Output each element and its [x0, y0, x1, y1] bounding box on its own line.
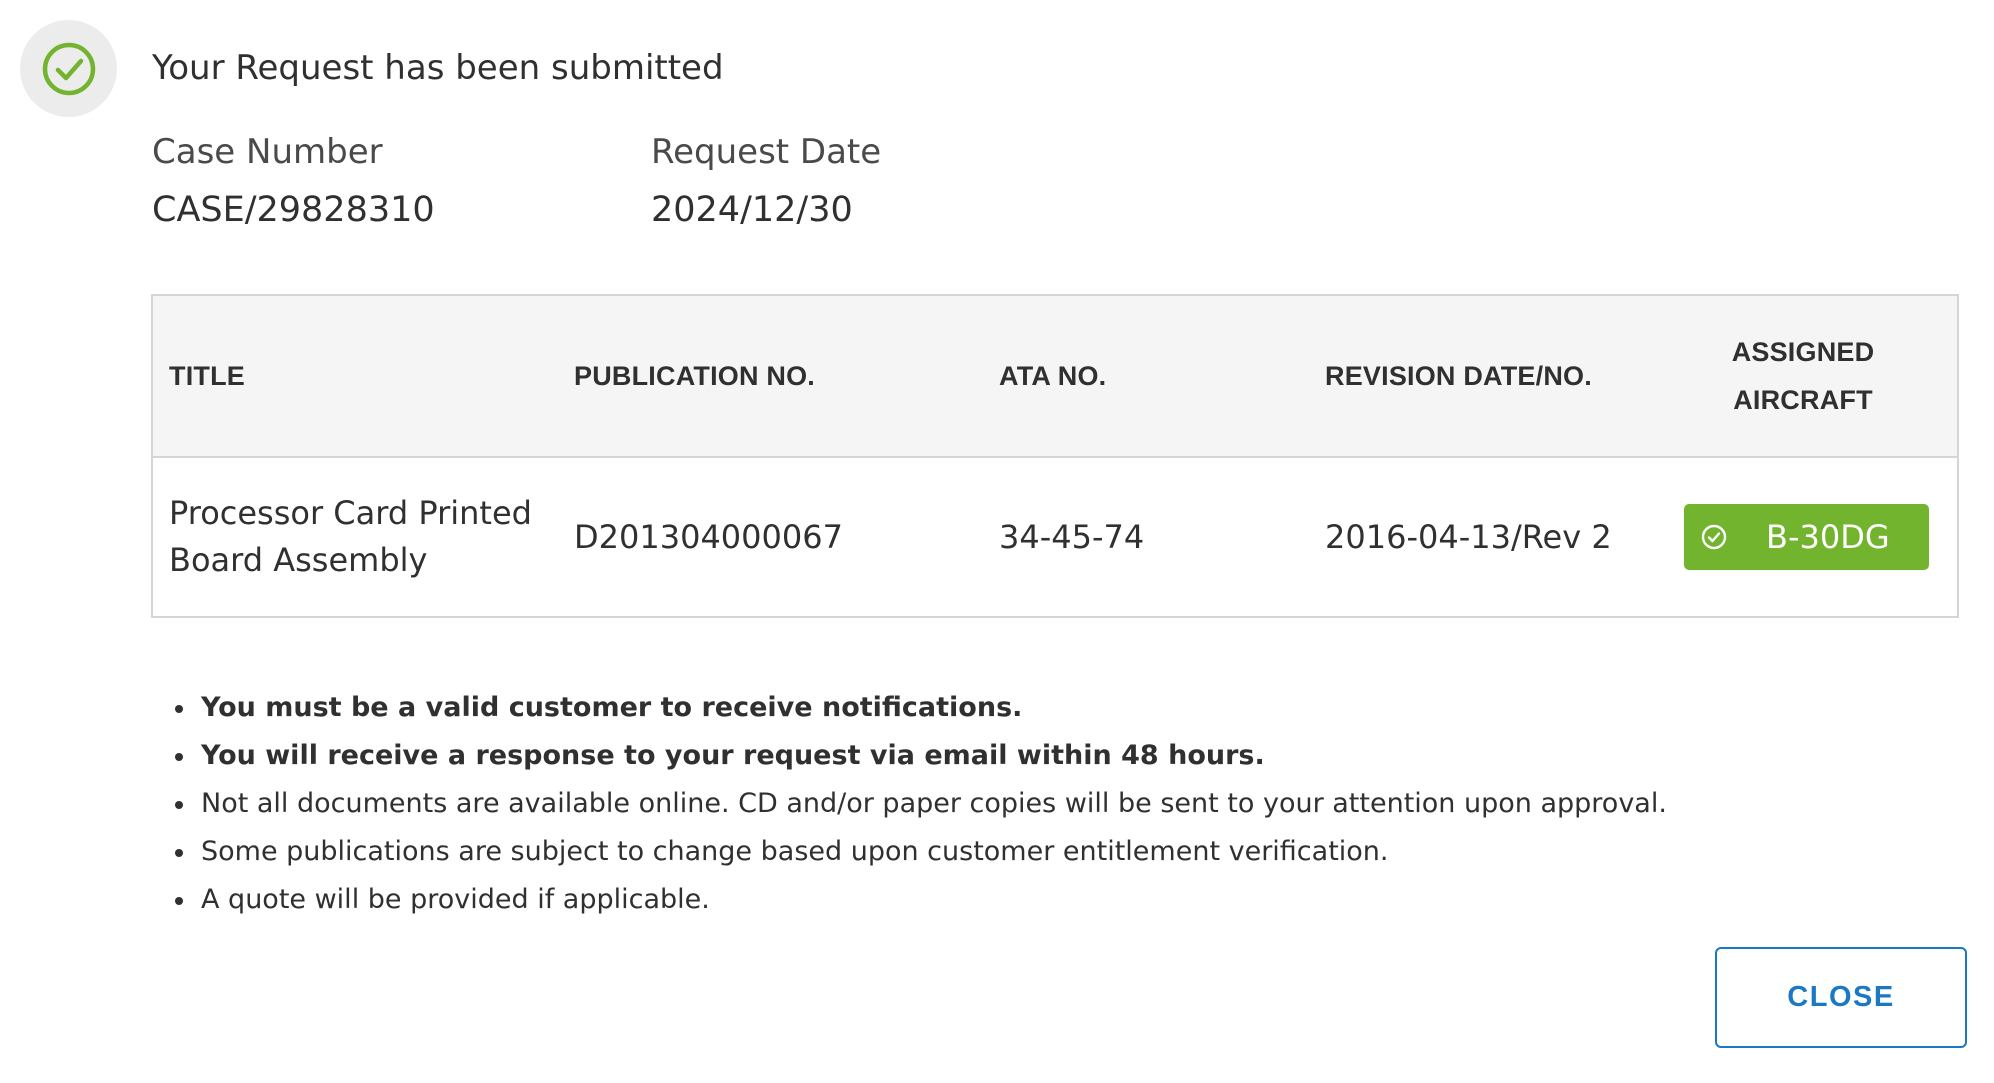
- column-header-assigned-aircraft: ASSIGNED AIRCRAFT: [1673, 296, 1933, 456]
- cell-publication: D201304000067: [574, 518, 843, 556]
- case-number-value: CASE/29828310: [152, 190, 435, 230]
- table-row: Processor Card Printed Board Assembly D2…: [153, 458, 1957, 616]
- aircraft-chip-label: B-30DG: [1766, 518, 1890, 556]
- close-button[interactable]: CLOSE: [1715, 947, 1967, 1048]
- request-date-label: Request Date: [651, 132, 882, 172]
- column-header-publication: PUBLICATION NO.: [574, 360, 815, 391]
- case-number-label: Case Number: [152, 132, 383, 172]
- column-header-revision: REVISION DATE/NO.: [1325, 360, 1592, 391]
- success-badge: [20, 20, 117, 117]
- note-item: A quote will be provided if applicable.: [172, 876, 1667, 924]
- request-date-value: 2024/12/30: [651, 190, 853, 230]
- column-header-ata: ATA NO.: [999, 360, 1107, 391]
- check-circle-icon: [42, 42, 95, 95]
- note-item: You will receive a response to your requ…: [172, 732, 1667, 780]
- column-header-aircraft-line1: ASSIGNED: [1731, 337, 1875, 367]
- check-circle-icon: [1701, 524, 1727, 550]
- cell-title: Processor Card Printed Board Assembly: [169, 494, 532, 579]
- notes-list: You must be a valid customer to receive …: [172, 684, 1667, 924]
- column-header-title: TITLE: [169, 360, 245, 391]
- table-header-row: TITLE PUBLICATION NO. ATA NO. REVISION D…: [153, 296, 1957, 458]
- request-date-block: Request Date 2024/12/30: [651, 132, 881, 230]
- cell-ata: 34-45-74: [999, 518, 1145, 556]
- request-submitted-dialog: Your Request has been submitted Case Num…: [0, 0, 1994, 1083]
- note-item: Some publications are subject to change …: [172, 828, 1667, 876]
- aircraft-chip[interactable]: B-30DG: [1684, 504, 1929, 570]
- publications-table: TITLE PUBLICATION NO. ATA NO. REVISION D…: [151, 294, 1959, 618]
- note-item: Not all documents are available online. …: [172, 780, 1667, 828]
- case-number-block: Case Number CASE/29828310: [152, 132, 435, 230]
- note-item: You must be a valid customer to receive …: [172, 684, 1667, 732]
- cell-revision: 2016-04-13/Rev 2: [1325, 518, 1612, 556]
- dialog-title: Your Request has been submitted: [152, 48, 724, 88]
- cell-assigned-aircraft: B-30DG: [1684, 458, 1929, 616]
- column-header-aircraft-line2: AIRCRAFT: [1733, 385, 1873, 415]
